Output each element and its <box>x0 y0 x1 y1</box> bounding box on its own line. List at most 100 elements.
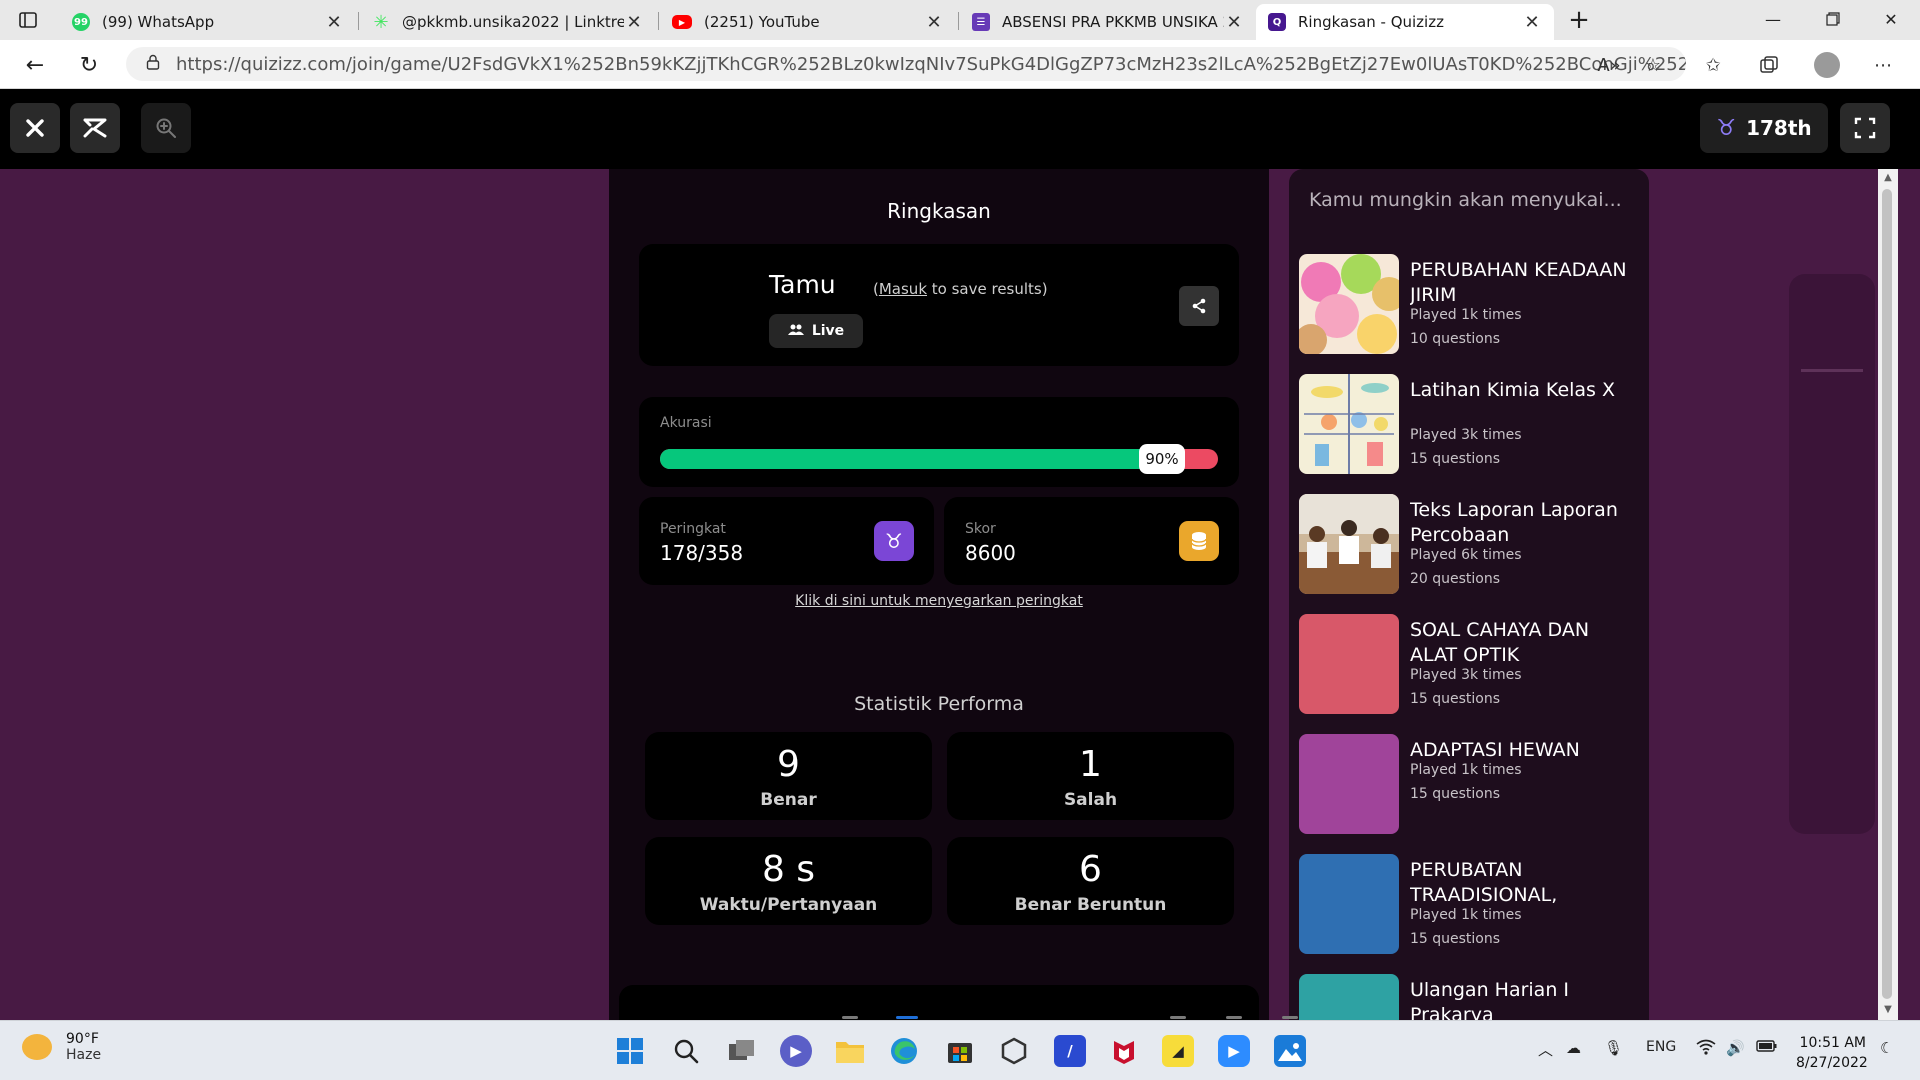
rec-title: Latihan Kimia Kelas X <box>1410 379 1616 401</box>
chevron-up-icon[interactable]: ︿ <box>1538 1039 1553 1060</box>
chat-icon[interactable]: ▶ <box>780 1035 812 1067</box>
linktree-icon: ✳ <box>373 11 389 33</box>
login-prompt: (Masuk to save results) <box>873 280 1048 298</box>
tab-absensi-form[interactable]: ☰ ABSENSI PRA PKKMB UNSIKA 20 ✕ <box>960 4 1256 40</box>
edge-browser-icon[interactable] <box>888 1035 920 1067</box>
score-card: Skor 8600 <box>944 497 1239 585</box>
rec-thumbnail <box>1299 614 1399 714</box>
fullscreen-button[interactable] <box>1840 103 1890 153</box>
scroll-down-arrow-icon[interactable]: ▼ <box>1881 1003 1895 1017</box>
accuracy-badge: 90% <box>1139 444 1185 474</box>
rec-questions: 15 questions <box>1410 691 1501 707</box>
rec-item[interactable]: Latihan Kimia Kelas X Played 3k times 15… <box>1299 374 1639 474</box>
medal-icon: ♉ <box>874 521 914 561</box>
close-tab-icon[interactable]: ✕ <box>324 12 344 33</box>
rec-item[interactable]: Ulangan Harian I Prakarya <box>1299 974 1639 1020</box>
page-scrollbar[interactable]: ▲ ▼ <box>1878 169 1898 1020</box>
rec-item[interactable]: Teks Laporan Laporan Percobaan Played 6k… <box>1299 494 1639 594</box>
scrollbar-thumb[interactable] <box>1882 189 1892 999</box>
tab-quizizz[interactable]: Q Ringkasan - Quizizz ✕ <box>1256 4 1554 40</box>
editor-app-icon[interactable]: / <box>1054 1035 1086 1067</box>
add-favorite-icon[interactable]: ☆ <box>1640 52 1666 78</box>
accuracy-card: Akurasi 90% <box>639 397 1239 487</box>
panel-handle[interactable] <box>1801 369 1863 372</box>
rec-item[interactable]: SOAL CAHAYA DAN ALAT OPTIK Played 3k tim… <box>1299 614 1639 714</box>
system-clock[interactable]: 10:51 AM 8/27/2022 <box>1796 1033 1868 1073</box>
rec-item[interactable]: PERUBATAN TRAADISIONAL, MODE... Played 1… <box>1299 854 1639 954</box>
profile-avatar-icon[interactable] <box>1814 52 1840 78</box>
tab-actions-icon[interactable] <box>14 8 42 32</box>
weather-widget[interactable]: 90°F Haze <box>22 1031 101 1063</box>
rec-questions: 15 questions <box>1410 931 1501 947</box>
rank-value: 178/358 <box>660 541 744 565</box>
share-button[interactable] <box>1179 286 1219 326</box>
refresh-rank-link[interactable]: Klik di sini untuk menyegarkan peringkat <box>609 593 1269 609</box>
notifications-icon[interactable]: ☾ <box>1880 1039 1893 1057</box>
rec-title: PERUBATAN TRAADISIONAL, MODE... <box>1410 859 1558 906</box>
perf-label: Salah <box>1063 790 1118 810</box>
wifi-icon[interactable] <box>1696 1039 1716 1059</box>
back-arrow-icon[interactable]: ← <box>20 50 50 80</box>
close-window-button[interactable]: ✕ <box>1868 4 1914 34</box>
microsoft-store-icon[interactable] <box>944 1035 976 1067</box>
rec-questions: 20 questions <box>1410 571 1501 587</box>
restore-button[interactable] <box>1810 4 1856 34</box>
file-explorer-icon[interactable] <box>834 1035 866 1067</box>
scroll-up-arrow-icon[interactable]: ▲ <box>1881 171 1895 185</box>
refresh-icon[interactable]: ↻ <box>74 50 104 80</box>
minimize-button[interactable]: — <box>1750 4 1796 34</box>
tab-title: @pkkmb.unsika2022 | Linktree <box>402 13 624 31</box>
zoom-app-icon[interactable]: ▶ <box>1218 1035 1250 1067</box>
more-menu-icon[interactable]: ⋯ <box>1870 52 1896 78</box>
address-bar: ← ↻ https://quizizz.com/join/game/U2FsdG… <box>0 40 1920 89</box>
volume-icon[interactable]: 🔊 <box>1726 1039 1745 1057</box>
search-icon[interactable] <box>670 1035 702 1067</box>
zoom-in-icon[interactable] <box>141 103 191 153</box>
rec-played: Played 1k times <box>1410 307 1522 323</box>
start-icon[interactable] <box>614 1035 646 1067</box>
windows-taskbar: 90°F Haze ▶ / ◢ ▶ ︿ ☁ 🎙 ENG 🔊 10:51 AM 8… <box>0 1020 1920 1080</box>
lock-icon[interactable] <box>146 54 160 74</box>
rec-item[interactable]: PERUBAHAN KEADAAN JIRIM Played 1k times … <box>1299 254 1639 354</box>
login-link[interactable]: Masuk <box>879 280 927 298</box>
rec-title: ADAPTASI HEWAN <box>1410 739 1580 761</box>
close-tab-icon[interactable]: ✕ <box>1224 12 1244 33</box>
tab-whatsapp[interactable]: 99 (99) WhatsApp ✕ <box>60 4 356 40</box>
close-tab-icon[interactable]: ✕ <box>624 12 644 33</box>
mcafee-icon[interactable] <box>1108 1035 1140 1067</box>
close-tab-icon[interactable]: ✕ <box>924 12 944 33</box>
perf-card-streak: 6 Benar Beruntun <box>947 837 1234 925</box>
language-indicator[interactable]: ENG <box>1646 1039 1676 1055</box>
task-view-icon[interactable] <box>726 1035 758 1067</box>
battery-icon[interactable] <box>1756 1039 1778 1057</box>
user-name: Tamu <box>769 270 836 299</box>
url-field[interactable]: https://quizizz.com/join/game/U2FsdGVkX1… <box>126 47 1686 81</box>
onedrive-cloud-icon[interactable]: ☁ <box>1566 1039 1581 1057</box>
medal-icon: ♉ <box>1716 115 1737 141</box>
favorites-icon[interactable]: ✩ <box>1700 52 1726 78</box>
share-icon <box>1192 298 1206 314</box>
read-aloud-icon[interactable]: A» <box>1596 52 1622 78</box>
perf-value: 8 s <box>761 849 816 890</box>
rec-thumbnail <box>1299 974 1399 1020</box>
rec-item[interactable]: ADAPTASI HEWAN Played 1k times 15 questi… <box>1299 734 1639 834</box>
tab-linktree[interactable]: ✳ @pkkmb.unsika2022 | Linktree ✕ <box>360 4 656 40</box>
weather-desc: Haze <box>66 1047 102 1063</box>
close-quiz-button[interactable] <box>10 103 60 153</box>
tab-youtube[interactable]: ▶ (2251) YouTube ✕ <box>660 4 956 40</box>
unity-hub-icon[interactable] <box>998 1035 1030 1067</box>
quizizz-logo-icon[interactable] <box>70 103 120 153</box>
weather-haze-icon <box>22 1034 52 1060</box>
sticky-notes-icon[interactable]: ◢ <box>1162 1035 1194 1067</box>
rec-questions: 10 questions <box>1410 331 1501 347</box>
clock-time: 10:51 AM <box>1799 1035 1866 1051</box>
collections-icon[interactable] <box>1756 52 1782 78</box>
perf-value: 1 <box>1079 744 1102 785</box>
youtube-icon: ▶ <box>672 15 692 29</box>
running-app-indicator <box>1282 1016 1298 1019</box>
new-tab-button[interactable]: + <box>1564 6 1594 36</box>
close-tab-icon[interactable]: ✕ <box>1522 12 1542 33</box>
rank-pill[interactable]: ♉ 178th <box>1700 103 1828 153</box>
microphone-icon[interactable]: 🎙 <box>1604 1039 1623 1057</box>
photos-icon[interactable] <box>1274 1035 1306 1067</box>
